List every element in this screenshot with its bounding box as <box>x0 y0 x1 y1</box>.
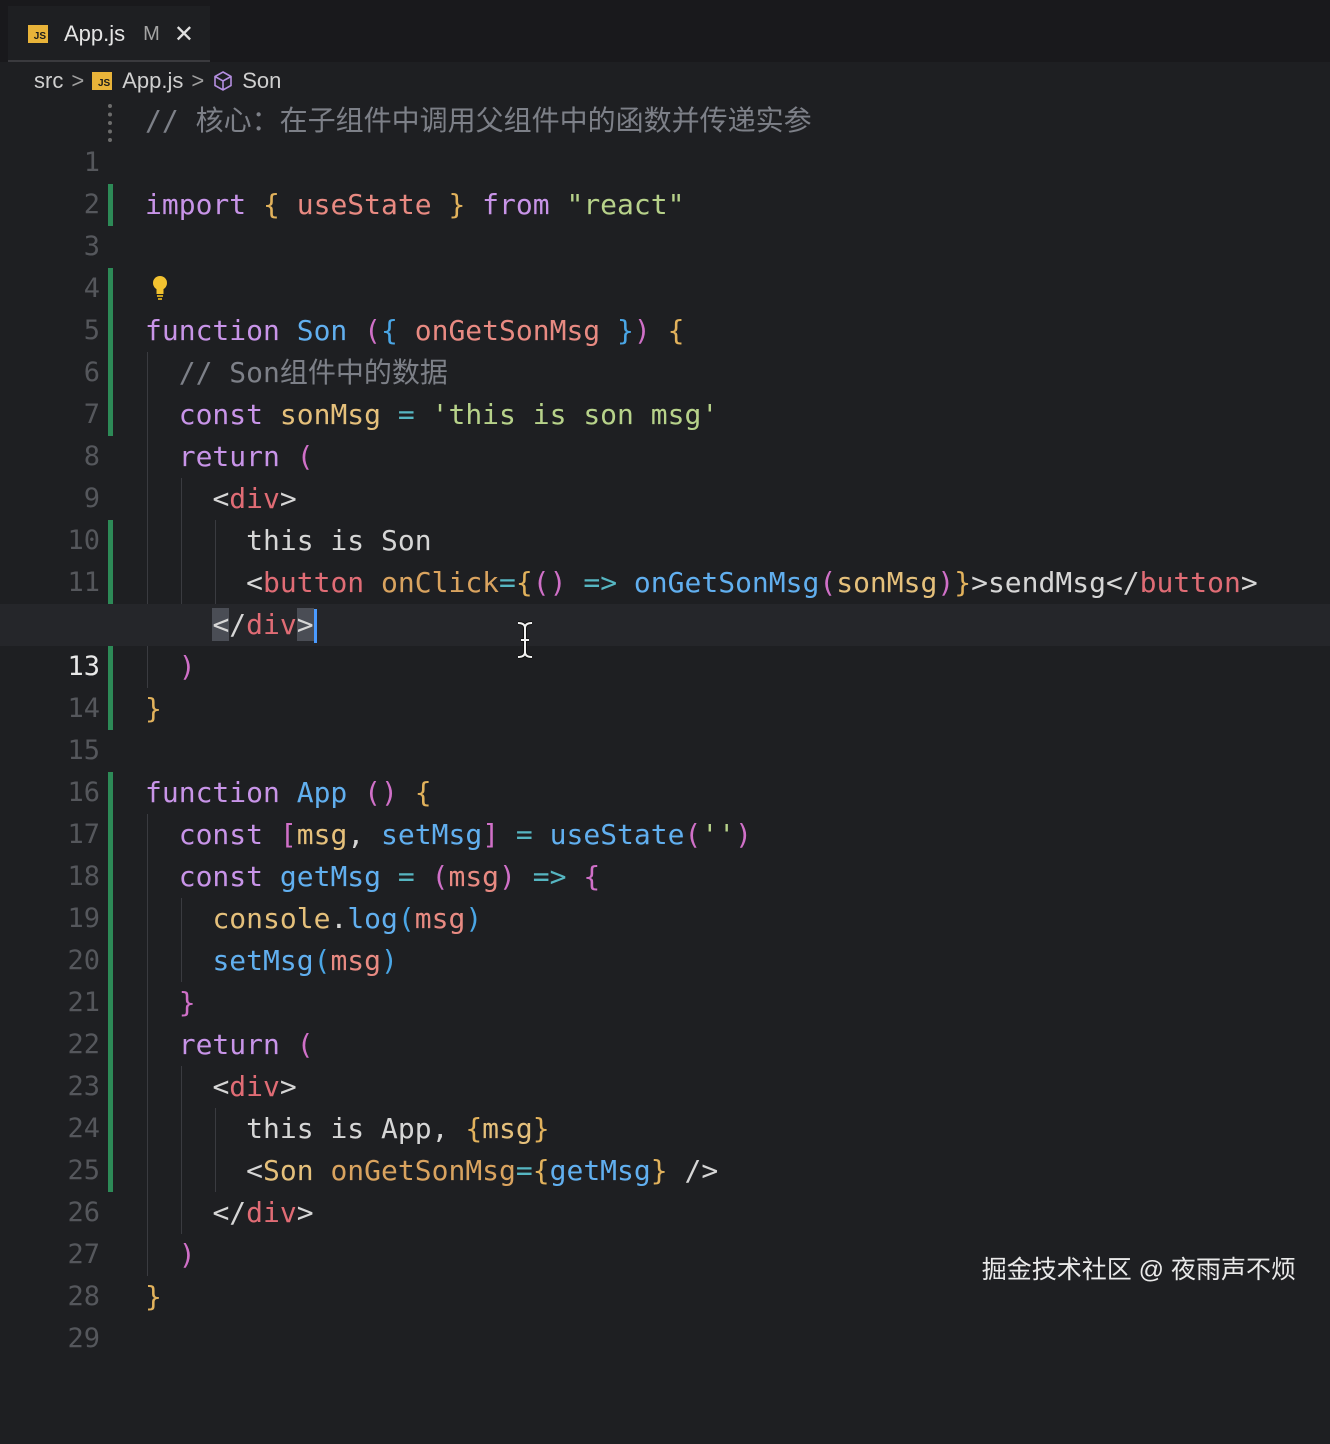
code-text: ) <box>178 650 196 683</box>
code-text: function App () { <box>145 776 432 809</box>
lightbulb-icon[interactable] <box>150 274 170 302</box>
code-line: 1 // 核心：在子组件中调用父组件中的函数并传递实参 <box>0 100 1330 178</box>
code-line: 17 function App () { <box>0 772 1330 850</box>
code-line: 8 const sonMsg = 'this is son msg' <box>0 394 1330 472</box>
js-file-icon: JS <box>92 72 113 90</box>
code-text: ) <box>178 1238 196 1271</box>
code-text: return ( <box>178 1028 314 1061</box>
modified-badge: M <box>143 22 160 45</box>
code-text: </div> <box>145 604 317 646</box>
code-line: 18 const [msg, setMsg] = useState('') <box>0 814 1330 892</box>
code-line: 9 return ( <box>0 436 1330 514</box>
text-ibeam-cursor-icon <box>517 621 533 659</box>
code-line: 2 <box>0 142 1330 220</box>
code-line: 4 <box>0 226 1330 304</box>
code-line: 19 const getMsg = (msg) => { <box>0 856 1330 934</box>
code-line: 11 this is Son <box>0 520 1330 598</box>
js-file-icon: JS <box>28 25 48 43</box>
code-line: 26 <Son onGetSonMsg={getMsg} /> <box>0 1150 1330 1228</box>
code-line: 5 <box>0 268 1330 346</box>
code-line: 10 <div> <box>0 478 1330 556</box>
code-text: } <box>145 692 162 725</box>
code-text: // Son组件中的数据 <box>145 356 448 389</box>
text-cursor <box>313 609 317 643</box>
active-tab-indicator <box>8 60 210 62</box>
code-line: 23 return ( <box>0 1024 1330 1102</box>
code-line: 21 setMsg(msg) <box>0 940 1330 1018</box>
breadcrumb-symbol[interactable]: Son <box>242 68 281 94</box>
line-number: 29 <box>67 1323 100 1354</box>
code-text: <div> <box>212 482 297 515</box>
chevron-right-icon: > <box>71 68 85 93</box>
code-text: <button onClick={() => onGetSonMsg(sonMs… <box>246 566 1258 599</box>
tab-app-js[interactable]: JS App.js M ✕ <box>8 6 210 64</box>
code-line-current: 13 </div> <box>0 604 1330 682</box>
code-text: this is Son <box>145 524 432 557</box>
code-text: const getMsg = (msg) => { <box>178 860 601 893</box>
code-text: } <box>178 986 196 1019</box>
code-line: 20 console.log(msg) <box>0 898 1330 976</box>
code-text: setMsg(msg) <box>212 944 398 977</box>
code-line: 14 ) <box>0 646 1330 724</box>
code-line: 6 function Son ({ onGetSonMsg }) { <box>0 310 1330 388</box>
code-text: // 核心：在子组件中调用父组件中的函数并传递实参 <box>145 104 812 137</box>
code-line: 24 <div> <box>0 1066 1330 1144</box>
breadcrumb-folder[interactable]: src <box>34 68 63 94</box>
code-text: const sonMsg = 'this is son msg' <box>178 398 719 431</box>
code-text: console.log(msg) <box>212 902 483 935</box>
code-text: this is App, {msg} <box>246 1112 550 1145</box>
code-text: <div> <box>212 1070 297 1103</box>
code-text: } <box>145 1280 162 1313</box>
code-text: const [msg, setMsg] = useState('') <box>178 818 752 851</box>
tab-bar: JS App.js M ✕ <box>0 0 1330 64</box>
code-text: return ( <box>178 440 314 473</box>
code-line: 15 } <box>0 688 1330 766</box>
close-icon[interactable]: ✕ <box>174 20 194 49</box>
code-text: <Son onGetSonMsg={getMsg} /> <box>246 1154 719 1187</box>
symbol-cube-icon <box>214 71 233 91</box>
code-text: </div> <box>212 1196 314 1229</box>
breadcrumb-file[interactable]: App.js <box>122 68 183 94</box>
code-line: 22 } <box>0 982 1330 1060</box>
code-line: 12 <button onClick={() => onGetSonMsg(so… <box>0 562 1330 640</box>
code-text: function Son ({ onGetSonMsg }) { <box>145 314 685 347</box>
code-line: 16 <box>0 730 1330 808</box>
code-line: 25 this is App, {msg} <box>0 1108 1330 1186</box>
code-text: import { useState } from "react" <box>145 188 685 221</box>
code-line: 27 </div> <box>0 1192 1330 1270</box>
watermark: 掘金技术社区 @ 夜雨声不烦 <box>981 1256 1296 1284</box>
chevron-right-icon: > <box>191 68 205 93</box>
code-line: 7 // Son组件中的数据 <box>0 352 1330 430</box>
tab-filename: App.js <box>64 21 126 46</box>
code-line: 3 import { useState } from "react" <box>0 184 1330 262</box>
breadcrumb: src > JS App.js > Son <box>34 64 281 98</box>
